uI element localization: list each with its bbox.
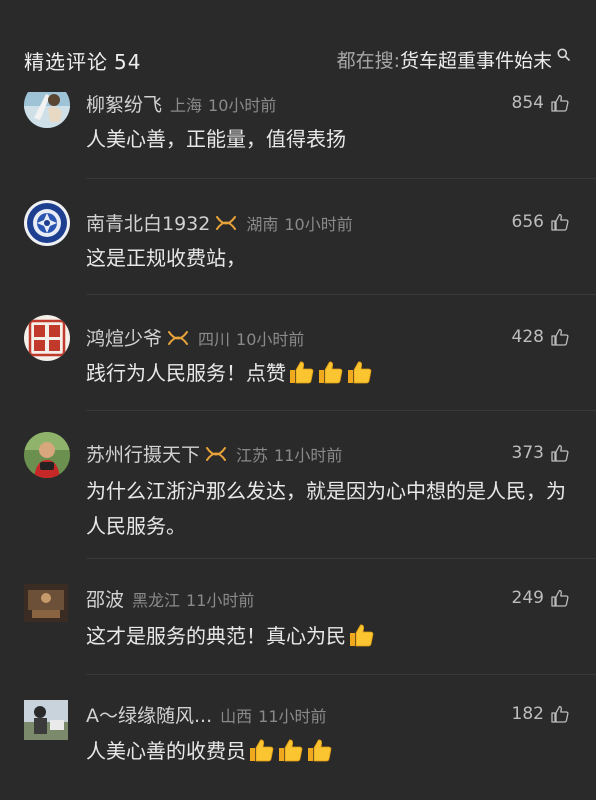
comment-text: 为什么江浙沪那么发达，就是因为心中想的是人民，为人民服务。: [86, 474, 566, 544]
like-count: 428: [511, 327, 544, 347]
comment-text: 这才是服务的典范！真心为民: [86, 619, 566, 654]
thumbs-up-emoji-icon: [345, 359, 373, 385]
emoji-group: [346, 624, 375, 648]
emoji-group: [246, 739, 333, 763]
comment-meta: 南青北白1932 湖南 10小时前: [86, 209, 353, 236]
search-icon: [557, 48, 570, 61]
location: 江苏: [236, 445, 269, 465]
comment-count: 54: [114, 50, 142, 74]
like-button[interactable]: 182: [512, 704, 570, 724]
like-count: 182: [511, 704, 544, 724]
thumbs-up-icon: [551, 328, 569, 346]
comment-text-body: 为什么江浙沪那么发达，就是因为心中想的是人民，为人民服务。: [86, 479, 566, 538]
comment-text-body: 这是正规收费站，: [86, 246, 246, 270]
comment-text-body: 人美心善，正能量，值得表扬: [86, 127, 346, 151]
like-button[interactable]: 854: [512, 93, 570, 113]
timestamp: 11小时前: [186, 590, 255, 610]
location: 山西: [220, 706, 253, 726]
search-topic: 货车超重事件始末: [399, 50, 552, 72]
timestamp: 10小时前: [284, 214, 353, 234]
comment-text-body: 践行为人民服务！点赞: [86, 361, 286, 385]
timestamp: 10小时前: [208, 95, 277, 115]
divider: [86, 410, 596, 411]
comment-meta: 邵波 黑龙江 11小时前: [86, 585, 254, 612]
thumbs-up-icon: [551, 705, 569, 723]
like-button[interactable]: 373: [512, 443, 570, 463]
divider: [86, 178, 596, 179]
avatar[interactable]: [24, 200, 70, 246]
like-count: 854: [511, 93, 544, 113]
location: 湖南: [246, 214, 279, 234]
trending-search-link[interactable]: 都在搜: 货车超重事件始末: [337, 46, 570, 73]
like-count: 656: [511, 212, 544, 232]
thumbs-up-emoji-icon: [276, 737, 304, 763]
comment-meta: 鸿煊少爷 四川 10小时前: [86, 324, 304, 351]
avatar[interactable]: [24, 700, 68, 740]
comment-meta: 苏州行摄天下 江苏 11小时前: [86, 440, 342, 467]
comment-text-body: 人美心善的收费员: [86, 739, 246, 763]
comment-text: 人美心善，正能量，值得表扬: [86, 122, 566, 157]
like-count: 249: [511, 588, 544, 608]
membership-badge-icon: [168, 330, 189, 345]
divider: [86, 294, 596, 295]
like-count: 373: [511, 443, 544, 463]
like-button[interactable]: 249: [512, 588, 570, 608]
thumbs-up-icon: [551, 213, 569, 231]
username[interactable]: A～绿缘随风...: [86, 701, 212, 728]
timestamp: 11小时前: [258, 706, 327, 726]
thumbs-up-icon: [551, 589, 569, 607]
divider: [86, 558, 596, 559]
section-title: 精选评论 54: [24, 46, 141, 75]
timestamp: 11小时前: [274, 445, 343, 465]
comment-text: 践行为人民服务！点赞: [86, 356, 566, 391]
avatar[interactable]: [24, 584, 68, 622]
comment-text: 这是正规收费站，: [86, 241, 566, 276]
username[interactable]: 南青北白1932: [86, 209, 210, 236]
comments-header: 精选评论 54 都在搜: 货车超重事件始末: [0, 0, 596, 92]
comment-meta: A～绿缘随风... 山西 11小时前: [86, 701, 327, 728]
emoji-group: [286, 361, 373, 385]
like-button[interactable]: 428: [512, 327, 570, 347]
username[interactable]: 邵波: [86, 585, 124, 612]
thumbs-up-emoji-icon: [287, 359, 315, 385]
thumbs-up-icon: [551, 94, 569, 112]
username[interactable]: 柳絮纷飞: [86, 90, 162, 117]
username[interactable]: 鸿煊少爷: [86, 324, 162, 351]
comment-text: 人美心善的收费员: [86, 734, 566, 769]
search-prefix: 都在搜:: [336, 50, 400, 72]
section-title-label: 精选评论: [24, 50, 108, 74]
timestamp: 10小时前: [236, 329, 305, 349]
thumbs-up-emoji-icon: [316, 359, 344, 385]
location: 上海: [170, 95, 203, 115]
username[interactable]: 苏州行摄天下: [86, 440, 200, 467]
avatar[interactable]: [24, 315, 70, 361]
divider: [86, 674, 596, 675]
like-button[interactable]: 656: [512, 212, 570, 232]
location: 黑龙江: [132, 590, 181, 610]
avatar[interactable]: [24, 432, 70, 478]
thumbs-up-emoji-icon: [247, 737, 275, 763]
location: 四川: [198, 329, 231, 349]
comment-meta: 柳絮纷飞 上海 10小时前: [86, 90, 276, 117]
comment-text-body: 这才是服务的典范！真心为民: [86, 624, 346, 648]
thumbs-up-emoji-icon: [347, 622, 375, 648]
membership-badge-icon: [216, 215, 237, 230]
thumbs-up-emoji-icon: [305, 737, 333, 763]
thumbs-up-icon: [551, 444, 569, 462]
membership-badge-icon: [206, 446, 227, 461]
